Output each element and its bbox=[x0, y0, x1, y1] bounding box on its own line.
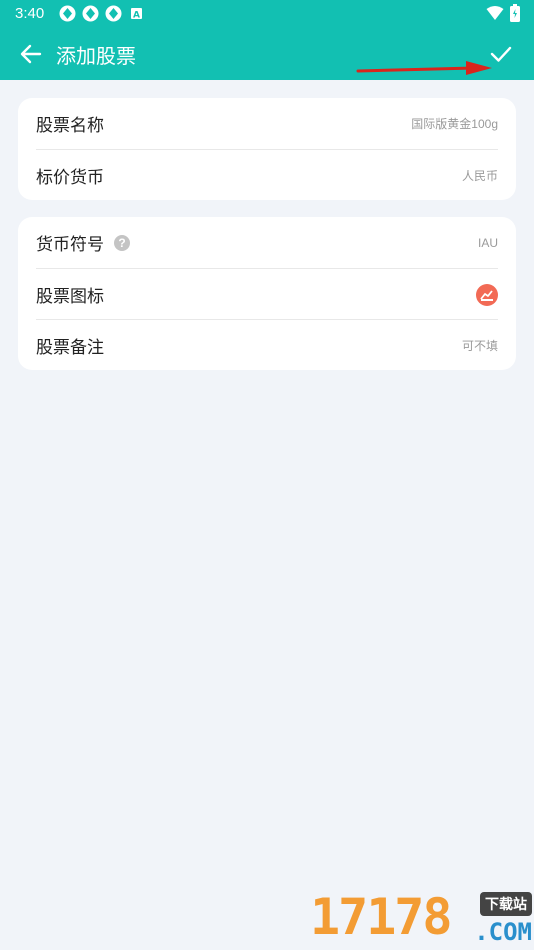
watermark-suffix: .COM bbox=[474, 918, 532, 946]
watermark-badge: 下载站 bbox=[480, 892, 532, 916]
stock-icon-label: 股票图标 bbox=[36, 287, 104, 306]
annotation-arrow bbox=[356, 61, 492, 75]
stock-note-input[interactable]: 可不填 bbox=[462, 337, 498, 354]
watermark: 17178 下载站 .COM bbox=[310, 888, 534, 950]
sync-icon bbox=[82, 5, 99, 22]
stock-note-row[interactable]: 股票备注 可不填 bbox=[36, 319, 498, 371]
status-time: 3:40 bbox=[15, 5, 45, 22]
status-bar: 3:40 A bbox=[0, 0, 534, 27]
currency-symbol-row[interactable]: 货币符号 ? IAU bbox=[36, 217, 498, 268]
currency-symbol-label: 货币符号 bbox=[36, 235, 104, 254]
stock-info-card: 股票名称 国际版黄金100g 标价货币 人民币 bbox=[18, 98, 516, 200]
currency-row[interactable]: 标价货币 人民币 bbox=[36, 149, 498, 201]
svg-text:A: A bbox=[133, 11, 140, 21]
battery-icon bbox=[510, 4, 520, 27]
currency-symbol-value: IAU bbox=[477, 235, 498, 250]
stock-icon-row[interactable]: 股票图标 bbox=[36, 268, 498, 320]
stock-note-label: 股票备注 bbox=[36, 338, 104, 357]
wifi-icon bbox=[486, 5, 504, 26]
status-right-icons bbox=[486, 4, 520, 27]
stock-name-label: 股票名称 bbox=[36, 116, 104, 135]
currency-label: 标价货币 bbox=[36, 168, 104, 187]
watermark-number: 17178 bbox=[310, 888, 453, 946]
notification-icons: A bbox=[59, 5, 145, 22]
stock-name-row[interactable]: 股票名称 国际版黄金100g bbox=[36, 98, 498, 149]
arrow-left-icon bbox=[20, 44, 42, 64]
stock-detail-card: 货币符号 ? IAU 股票图标 股票备注 可不填 bbox=[18, 217, 516, 370]
sync-icon bbox=[105, 5, 122, 22]
a-icon: A bbox=[128, 5, 145, 22]
page-title: 添加股票 bbox=[56, 46, 136, 68]
stock-name-value: 国际版黄金100g bbox=[411, 117, 498, 131]
stock-icon[interactable] bbox=[476, 283, 498, 306]
sync-icon bbox=[59, 5, 76, 22]
help-icon[interactable]: ? bbox=[114, 234, 130, 251]
back-button[interactable] bbox=[16, 39, 46, 69]
currency-value: 人民币 bbox=[461, 169, 498, 183]
currency-symbol-label-wrap: 货币符号 ? bbox=[36, 230, 130, 255]
